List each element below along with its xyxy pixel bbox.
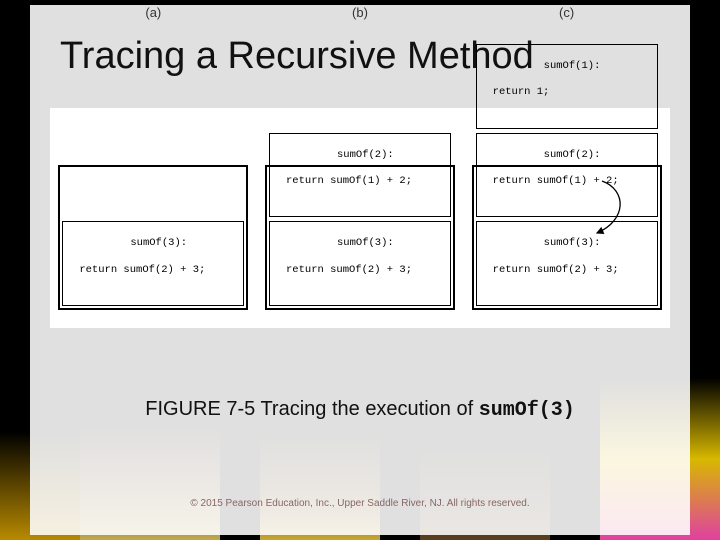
stack-frame: sumOf(3): return sumOf(2) + 3; xyxy=(476,221,658,306)
panel-c: (c) sumOf(1): return 1; sumOf(2): return… xyxy=(472,165,662,310)
frame-call: sumOf(2): xyxy=(337,149,394,161)
frame-return: return sumOf(1) + 2; xyxy=(274,175,446,188)
stack-frame: sumOf(3): return sumOf(2) + 3; xyxy=(269,221,451,306)
call-stack-b: sumOf(2): return sumOf(1) + 2; sumOf(3):… xyxy=(265,165,455,310)
figure-area: (a) sumOf(3): return sumOf(2) + 3; (b) s… xyxy=(50,108,670,328)
caption-text: FIGURE 7-5 Tracing the execution of xyxy=(145,398,479,420)
slide-card: Tracing a Recursive Method (a) sumOf(3):… xyxy=(30,5,690,535)
copyright-text: © 2015 Pearson Education, Inc., Upper Sa… xyxy=(30,498,690,509)
stack-frame: sumOf(1): return 1; xyxy=(476,44,658,129)
caption-code: sumOf(3) xyxy=(479,399,575,422)
frame-call: sumOf(3): xyxy=(544,237,601,249)
call-stack-c: sumOf(1): return 1; sumOf(2): return sum… xyxy=(472,165,662,310)
panel-b-label: (b) xyxy=(265,5,455,20)
frame-call: sumOf(2): xyxy=(544,149,601,161)
stack-frame: sumOf(3): return sumOf(2) + 3; xyxy=(62,221,244,306)
panel-c-label: (c) xyxy=(472,5,662,20)
stack-frame: sumOf(2): return sumOf(1) + 2; xyxy=(476,133,658,218)
stack-frame: sumOf(2): return sumOf(1) + 2; xyxy=(269,133,451,218)
frame-return: return sumOf(2) + 3; xyxy=(481,264,653,277)
frame-call: sumOf(3): xyxy=(130,237,187,249)
call-stack-a: sumOf(3): return sumOf(2) + 3; xyxy=(58,165,248,310)
frame-call: sumOf(3): xyxy=(337,237,394,249)
panel-a: (a) sumOf(3): return sumOf(2) + 3; xyxy=(58,165,248,310)
panel-b: (b) sumOf(2): return sumOf(1) + 2; sumOf… xyxy=(265,165,455,310)
frame-return: return sumOf(1) + 2; xyxy=(481,175,653,188)
frame-return: return 1; xyxy=(481,86,653,99)
frame-return: return sumOf(2) + 3; xyxy=(67,264,239,277)
frame-call: sumOf(1): xyxy=(544,60,601,72)
frame-return: return sumOf(2) + 3; xyxy=(274,264,446,277)
figure-caption: FIGURE 7-5 Tracing the execution of sumO… xyxy=(50,398,670,422)
panel-a-label: (a) xyxy=(58,5,248,20)
